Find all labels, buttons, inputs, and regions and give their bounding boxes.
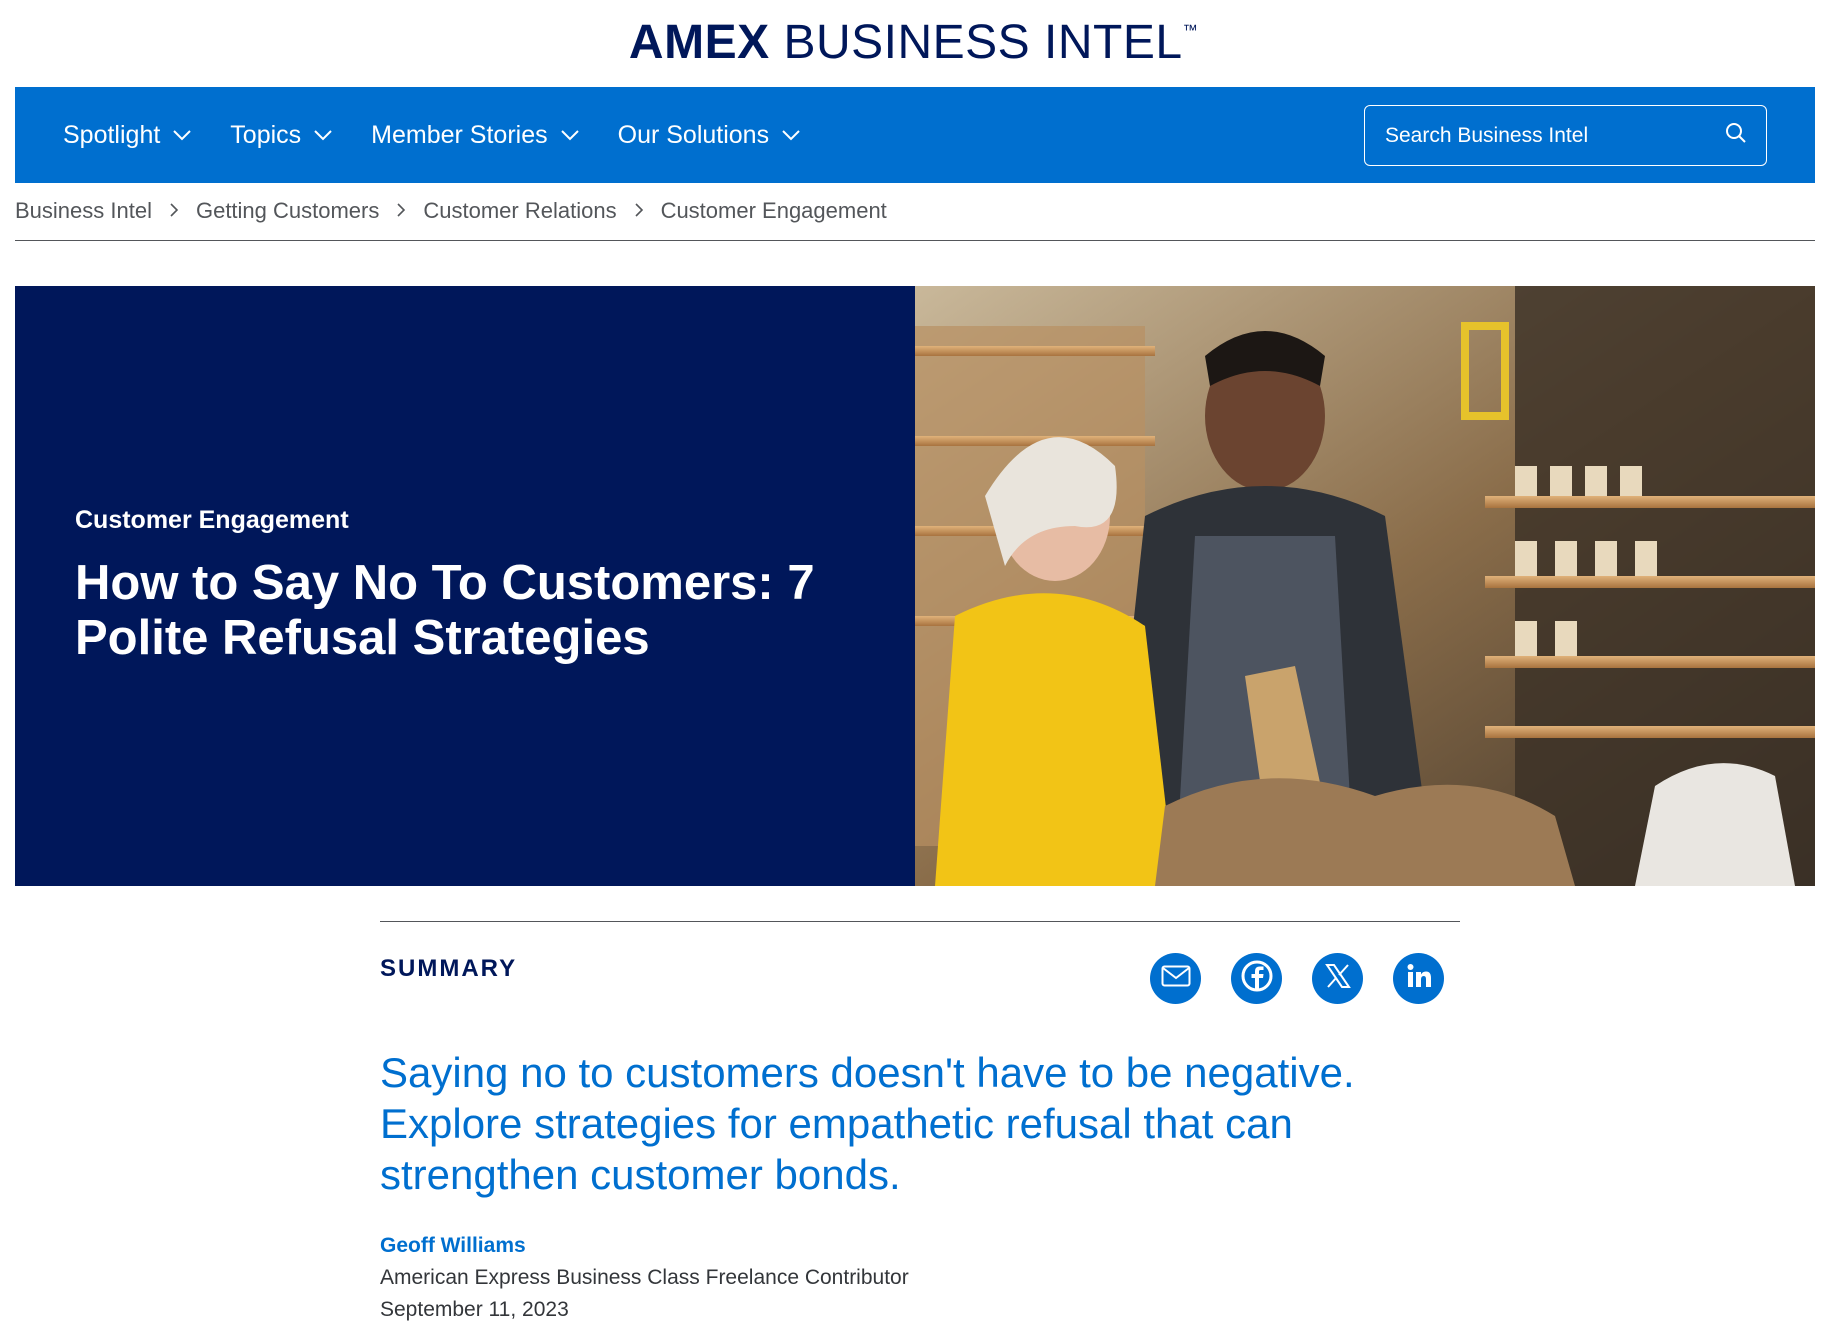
chevron-down-icon xyxy=(560,129,580,141)
chevron-down-icon xyxy=(313,129,333,141)
article-category[interactable]: Customer Engagement xyxy=(75,506,349,535)
linkedin-icon xyxy=(1406,963,1432,994)
header-logo-bar: AMEX BUSINESS INTEL™ xyxy=(0,0,1827,86)
publish-date: September 11, 2023 xyxy=(380,1298,569,1321)
nav-item-label: Spotlight xyxy=(63,120,161,149)
search-icon[interactable] xyxy=(1724,121,1748,150)
breadcrumb-item-customer-relations[interactable]: Customer Relations xyxy=(423,198,616,224)
chevron-down-icon xyxy=(781,129,801,141)
share-email-button[interactable] xyxy=(1150,953,1201,1004)
chevron-down-icon xyxy=(172,129,192,141)
nav-item-topics[interactable]: Topics xyxy=(230,121,333,150)
hero-photo-illustration xyxy=(915,286,1815,886)
chevron-right-icon xyxy=(396,198,406,218)
chevron-right-icon xyxy=(634,198,644,218)
logo-brand: AMEX xyxy=(628,16,770,69)
nav-item-label: Our Solutions xyxy=(617,120,770,149)
author-role: American Express Business Class Freelanc… xyxy=(380,1266,909,1289)
hero-image xyxy=(915,286,1815,886)
article-summary: Saying no to customers doesn't have to b… xyxy=(380,1049,1355,1198)
main-nav: Spotlight Topics Member Stories Our Solu… xyxy=(15,87,1815,183)
logo-trademark: ™ xyxy=(1182,22,1199,39)
hero-text-panel: Customer Engagement How to Say No To Cus… xyxy=(15,286,915,886)
nav-item-label: Topics xyxy=(230,120,302,149)
mail-icon xyxy=(1161,965,1191,992)
share-linkedin-button[interactable] xyxy=(1393,953,1444,1004)
breadcrumb-item-business-intel[interactable]: Business Intel xyxy=(15,198,152,224)
site-logo[interactable]: AMEX BUSINESS INTEL™ xyxy=(629,19,1198,67)
chevron-right-icon xyxy=(169,198,179,218)
breadcrumb-item-customer-engagement[interactable]: Customer Engagement xyxy=(661,198,887,224)
article-hero: Customer Engagement How to Say No To Cus… xyxy=(15,286,1815,886)
share-facebook-button[interactable] xyxy=(1231,953,1282,1004)
share-x-button[interactable] xyxy=(1312,953,1363,1004)
summary-divider xyxy=(380,921,1460,922)
x-icon xyxy=(1324,962,1352,995)
nav-item-member-stories[interactable]: Member Stories xyxy=(371,121,579,150)
summary-label: SUMMARY xyxy=(380,955,518,982)
share-buttons xyxy=(1150,953,1444,1004)
search-box xyxy=(1364,105,1767,166)
search-input[interactable] xyxy=(1383,122,1703,149)
breadcrumb: Business Intel Getting Customers Custome… xyxy=(15,196,1815,241)
article-title: How to Say No To Customers: 7 Polite Ref… xyxy=(75,556,815,665)
facebook-icon xyxy=(1241,960,1273,997)
nav-item-label: Member Stories xyxy=(371,120,548,149)
nav-item-our-solutions[interactable]: Our Solutions xyxy=(618,121,801,150)
nav-item-spotlight[interactable]: Spotlight xyxy=(63,121,192,150)
author-name[interactable]: Geoff Williams xyxy=(380,1234,526,1258)
logo-name: BUSINESS INTEL xyxy=(783,16,1183,69)
breadcrumb-item-getting-customers[interactable]: Getting Customers xyxy=(196,198,379,224)
